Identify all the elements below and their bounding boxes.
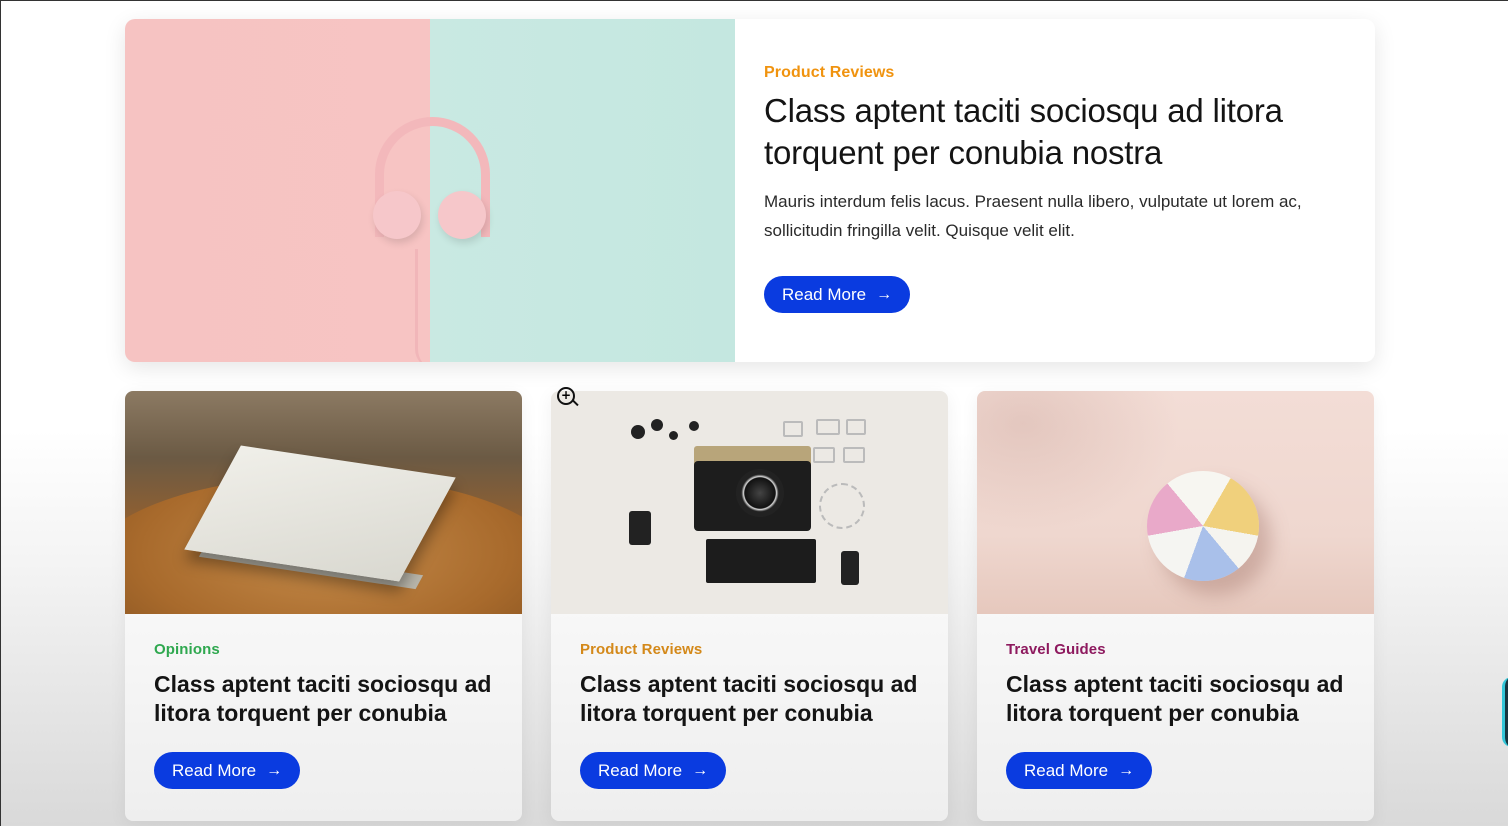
post-title[interactable]: Class aptent taciti sociosqu ad litora t…	[154, 670, 493, 728]
featured-title[interactable]: Class aptent taciti sociosqu ad litora t…	[764, 90, 1345, 174]
read-more-button[interactable]: Read More →	[1006, 752, 1153, 789]
post-card-body: Travel Guides Class aptent taciti socios…	[977, 614, 1374, 789]
camera-part	[651, 419, 663, 431]
read-more-label: Read More	[598, 760, 683, 780]
camera-part	[669, 431, 678, 440]
post-image-beach-ball[interactable]	[977, 391, 1374, 614]
zoom-in-icon: +	[557, 387, 575, 405]
camera-part	[819, 483, 865, 529]
camera-lens	[736, 469, 784, 517]
post-category[interactable]: Travel Guides	[1006, 641, 1345, 658]
camera-part	[816, 419, 840, 435]
featured-image-headphones[interactable]	[125, 19, 735, 362]
read-more-button[interactable]: Read More →	[580, 752, 727, 789]
camera-part	[689, 421, 699, 431]
read-more-label: Read More	[782, 284, 867, 304]
arrow-right-icon: →	[876, 285, 893, 303]
arrow-right-icon: →	[692, 761, 709, 779]
camera-part	[846, 419, 866, 435]
post-image-camera[interactable]	[551, 391, 948, 614]
featured-category[interactable]: Product Reviews	[764, 64, 1345, 82]
camera-part	[629, 511, 651, 545]
featured-post-card[interactable]: Product Reviews Class aptent taciti soci…	[125, 19, 1375, 362]
post-title[interactable]: Class aptent taciti sociosqu ad litora t…	[580, 670, 919, 728]
headphones-cord	[415, 249, 455, 362]
camera-part	[631, 425, 645, 439]
camera-part	[843, 447, 865, 463]
post-card-body: Product Reviews Class aptent taciti soci…	[551, 614, 948, 789]
camera-part	[783, 421, 803, 437]
post-category[interactable]: Product Reviews	[580, 641, 919, 658]
featured-content: Product Reviews Class aptent taciti soci…	[735, 19, 1375, 362]
read-more-button[interactable]: Read More →	[154, 752, 301, 789]
camera-part	[813, 447, 835, 463]
camera-film-part	[706, 539, 816, 583]
side-widget-tab[interactable]	[1502, 677, 1508, 747]
headphones-right-cup	[438, 191, 486, 239]
featured-read-more-button[interactable]: Read More →	[764, 276, 911, 313]
post-card-travel-guides[interactable]: Travel Guides Class aptent taciti socios…	[977, 391, 1374, 821]
beach-ball	[1147, 471, 1259, 581]
read-more-label: Read More	[172, 760, 257, 780]
read-more-label: Read More	[1024, 760, 1109, 780]
headphones-left-cup	[373, 191, 421, 239]
post-card-body: Opinions Class aptent taciti sociosqu ad…	[125, 614, 522, 789]
post-card-opinions[interactable]: Opinions Class aptent taciti sociosqu ad…	[125, 391, 522, 821]
post-category[interactable]: Opinions	[154, 641, 493, 658]
featured-excerpt: Mauris interdum felis lacus. Praesent nu…	[764, 192, 1302, 240]
post-card-product-reviews[interactable]: Product Reviews Class aptent taciti soci…	[551, 391, 948, 821]
post-title[interactable]: Class aptent taciti sociosqu ad litora t…	[1006, 670, 1345, 728]
arrow-right-icon: →	[266, 761, 283, 779]
post-image-book[interactable]	[125, 391, 522, 614]
camera-part	[841, 551, 859, 585]
arrow-right-icon: →	[1118, 761, 1135, 779]
